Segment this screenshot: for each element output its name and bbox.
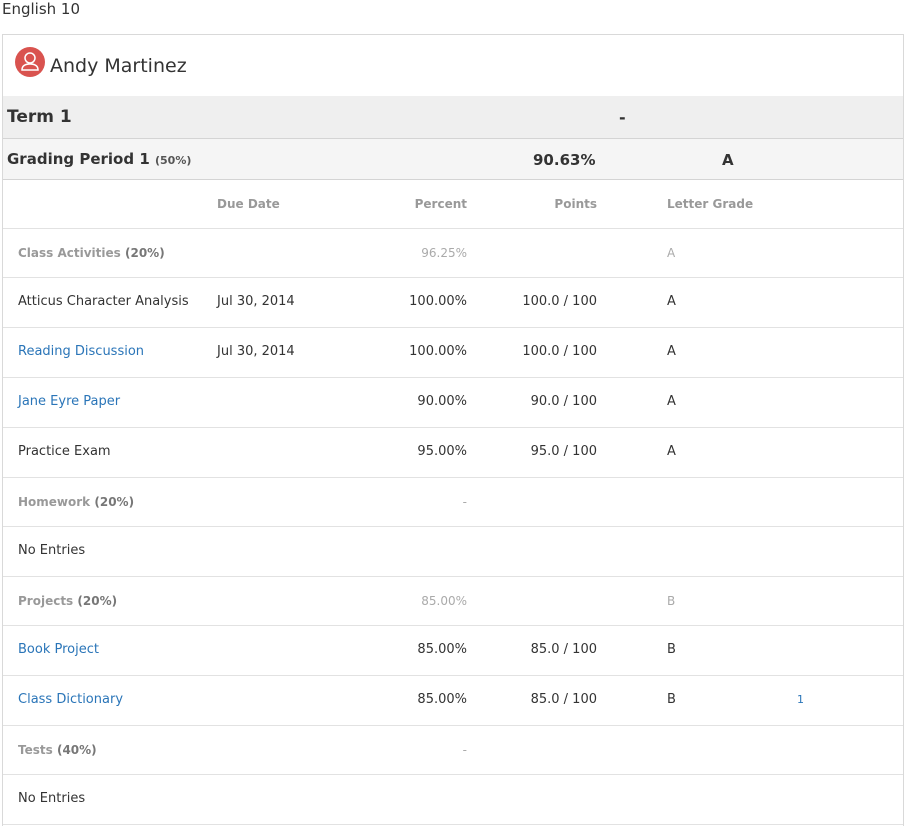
assignment-letter: A xyxy=(667,294,676,309)
assignment-letter: A xyxy=(667,344,676,359)
grading-period-letter: A xyxy=(722,151,734,169)
header-percent: Percent xyxy=(414,197,467,211)
table-row: No Entries xyxy=(3,775,903,825)
grading-period-title: Grading Period 1 xyxy=(7,150,150,168)
assignment-percent: 95.00% xyxy=(417,444,467,459)
table-row: Jane Eyre Paper 90.00% 90.0 / 100 A xyxy=(3,378,903,428)
assignment-percent: 85.00% xyxy=(417,692,467,707)
table-row: Practice Exam 95.00% 95.0 / 100 A xyxy=(3,428,903,478)
category-percent: - xyxy=(462,495,467,509)
assignment-due-date: Jul 30, 2014 xyxy=(217,294,295,309)
assignment-name: Atticus Character Analysis xyxy=(18,294,189,309)
category-name: Projects (20%) xyxy=(18,594,118,608)
user-avatar-icon xyxy=(15,47,45,77)
category-letter: A xyxy=(667,246,676,260)
header-letter-grade: Letter Grade xyxy=(667,197,754,211)
table-row: Reading Discussion Jul 30, 2014 100.00% … xyxy=(3,328,903,378)
column-header-row: Due Date Percent Points Letter Grade xyxy=(3,180,903,229)
category-percent: 96.25% xyxy=(421,246,467,260)
student-header: Andy Martinez xyxy=(3,35,903,97)
no-entries-text: No Entries xyxy=(18,791,86,806)
student-name: Andy Martinez xyxy=(50,55,187,77)
assignment-points: 90.0 / 100 xyxy=(530,394,597,409)
category-percent: - xyxy=(462,743,467,757)
term-grade: - xyxy=(619,108,626,127)
grading-period-percent: 90.63% xyxy=(533,151,596,169)
no-entries-text: No Entries xyxy=(18,543,86,558)
category-name: Homework (20%) xyxy=(18,495,135,509)
category-letter: B xyxy=(667,594,676,608)
assignment-link[interactable]: Reading Discussion xyxy=(18,344,144,359)
assignment-percent: 90.00% xyxy=(417,394,467,409)
category-name: Class Activities (20%) xyxy=(18,246,165,260)
category-row: Tests (40%) - xyxy=(3,726,903,775)
grade-card: Andy Martinez Term 1 - Grading Period 1 … xyxy=(2,34,904,826)
term-name: Term 1 xyxy=(7,107,72,127)
assignment-points: 100.0 / 100 xyxy=(522,294,597,309)
table-row: Book Project 85.00% 85.0 / 100 B xyxy=(3,626,903,676)
term-row[interactable]: Term 1 - xyxy=(3,96,903,139)
course-title: English 10 xyxy=(2,0,81,18)
assignment-letter: B xyxy=(667,692,676,707)
category-name: Tests (40%) xyxy=(18,743,97,757)
grading-period-row[interactable]: Grading Period 1 (50%) 90.63% A xyxy=(3,139,903,180)
assignment-link[interactable]: Jane Eyre Paper xyxy=(18,394,120,409)
assignment-name: Practice Exam xyxy=(18,444,111,459)
assignment-points: 100.0 / 100 xyxy=(522,344,597,359)
assignment-letter: B xyxy=(667,642,676,657)
category-percent: 85.00% xyxy=(421,594,467,608)
assignment-link[interactable]: Book Project xyxy=(18,642,99,657)
assignment-link[interactable]: Class Dictionary xyxy=(18,692,123,707)
assignment-percent: 100.00% xyxy=(409,294,467,309)
grading-period-name: Grading Period 1 (50%) xyxy=(7,150,191,168)
table-row: No Entries xyxy=(3,527,903,577)
header-due-date: Due Date xyxy=(217,197,280,211)
category-row: Projects (20%) 85.00% B xyxy=(3,577,903,626)
category-row: Class Activities (20%) 96.25% A xyxy=(3,229,903,278)
grading-period-weight: (50%) xyxy=(155,154,192,167)
comment-count-badge[interactable]: 1 xyxy=(797,693,804,706)
assignment-percent: 100.00% xyxy=(409,344,467,359)
assignment-points: 85.0 / 100 xyxy=(530,692,597,707)
header-points: Points xyxy=(554,197,597,211)
category-row: Homework (20%) - xyxy=(3,478,903,527)
assignment-due-date: Jul 30, 2014 xyxy=(217,344,295,359)
assignment-letter: A xyxy=(667,394,676,409)
assignment-points: 95.0 / 100 xyxy=(530,444,597,459)
assignment-percent: 85.00% xyxy=(417,642,467,657)
table-row: Atticus Character Analysis Jul 30, 2014 … xyxy=(3,278,903,328)
table-row: Class Dictionary 85.00% 85.0 / 100 B 1 xyxy=(3,676,903,726)
assignment-points: 85.0 / 100 xyxy=(530,642,597,657)
assignment-letter: A xyxy=(667,444,676,459)
